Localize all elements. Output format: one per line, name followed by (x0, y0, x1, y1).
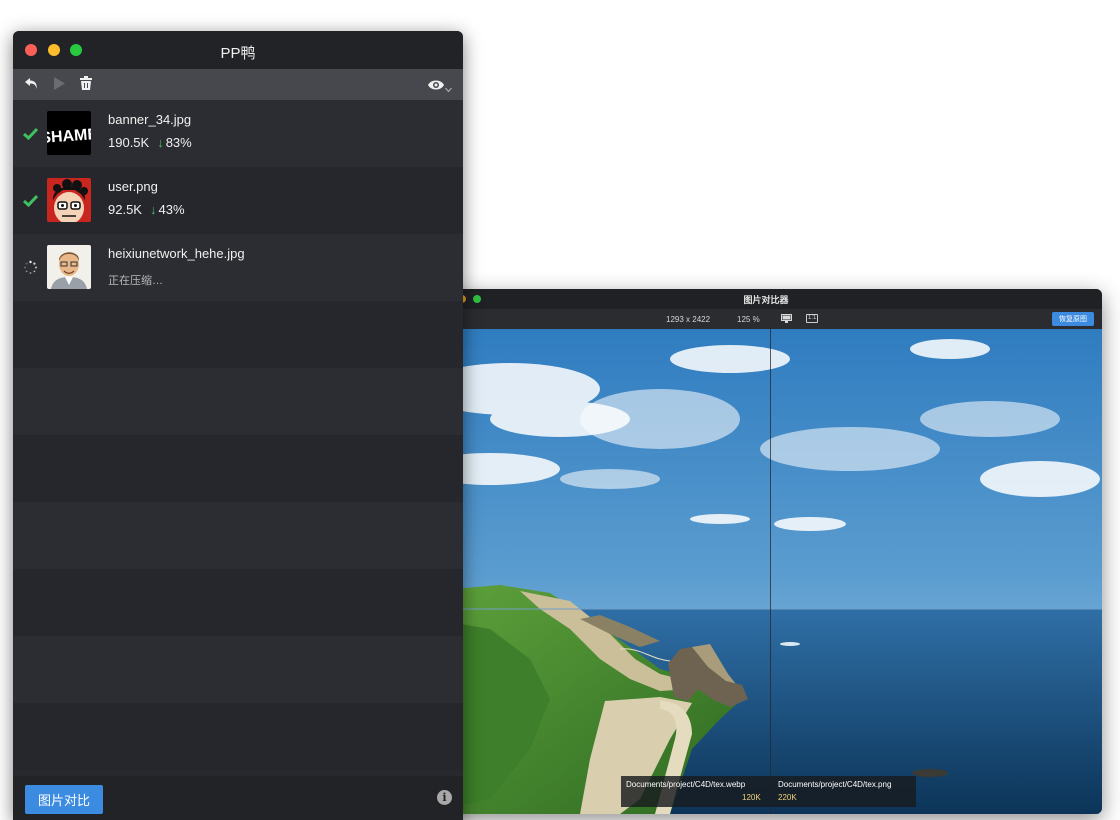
trash-icon[interactable] (80, 76, 92, 96)
shame-logo-text: SHAME (47, 126, 91, 147)
empty-row (13, 301, 463, 368)
file-thumbnail (47, 178, 91, 222)
file-thumbnail: SHAME (47, 111, 91, 155)
compare-window-title: 图片对比器 (743, 295, 789, 305)
file-name: user.png (108, 179, 158, 194)
bottom-bar: 图片对比 i (13, 776, 463, 820)
right-file-path: Documents/project/C4D/tex.png (778, 780, 892, 789)
reduction-percent: 43% (158, 202, 185, 217)
arrow-down-icon: ↓ (157, 135, 164, 150)
empty-row (13, 435, 463, 502)
empty-row (13, 502, 463, 569)
check-icon (23, 194, 38, 208)
compare-titlebar: 图片对比器 (430, 289, 1102, 309)
left-file-path: Documents/project/C4D/tex.webp (626, 780, 746, 789)
arrow-down-icon: ↓ (149, 202, 157, 217)
main-titlebar: PP鸭 (13, 31, 463, 69)
cartoon-face-image (52, 179, 88, 222)
file-name: banner_34.jpg (108, 112, 192, 127)
portrait-sketch-image (51, 252, 87, 289)
reduction-percent: 83% (165, 135, 192, 150)
main-window-title: PP鸭 (220, 45, 256, 62)
file-name: heixiunetwork_hehe.jpg (108, 246, 245, 261)
compare-toolbar: 1293 x 2422 125 % 1:1 恢复原图 (430, 309, 1102, 329)
main-toolbar (13, 69, 463, 100)
empty-row (13, 569, 463, 636)
actual-size-button[interactable]: 1:1 (806, 314, 819, 323)
restore-original-button[interactable]: 恢复原图 (1052, 312, 1094, 326)
info-icon[interactable]: i (437, 790, 452, 805)
eye-icon[interactable] (428, 78, 444, 96)
play-icon[interactable] (53, 76, 66, 96)
empty-row (13, 636, 463, 703)
check-icon (23, 127, 38, 141)
file-row[interactable]: SHAME banner_34.jpg 190.5K ↓ 83% (13, 100, 463, 167)
left-file-size: 120K (742, 793, 761, 802)
image-compare-window: 图片对比器 1293 x 2422 125 % 1:1 恢复原图 Documen… (430, 289, 1102, 814)
compare-divider-handle[interactable] (770, 329, 771, 814)
empty-row (13, 703, 463, 770)
zoom-level[interactable]: 125 % (737, 315, 760, 324)
coastal-landscape-image (430, 329, 1102, 814)
file-thumbnail (47, 245, 91, 289)
empty-row (13, 368, 463, 435)
shame-logo-image: SHAME (47, 126, 91, 147)
compare-image-stage[interactable]: Documents/project/C4D/tex.webp 120K Docu… (430, 329, 1102, 814)
file-size: 190.5K (108, 135, 150, 150)
file-row[interactable]: heixiunetwork_hehe.jpg 正在压缩… (13, 234, 463, 301)
file-info-overlay: Documents/project/C4D/tex.webp 120K Docu… (621, 776, 916, 807)
file-meta: 92.5K ↓ 43% (108, 202, 185, 217)
pp-duck-main-window: PP鸭 SHAME banner_34.jpg 190.5K ↓ 83% use… (13, 31, 463, 820)
monitor-icon[interactable] (781, 314, 792, 323)
image-dimensions: 1293 x 2422 (666, 315, 711, 324)
right-file-size: 220K (778, 793, 797, 802)
compressing-status: 正在压缩… (108, 275, 163, 287)
loading-spinner-icon (24, 260, 37, 274)
file-row[interactable]: user.png 92.5K ↓ 43% (13, 167, 463, 234)
image-compare-button[interactable]: 图片对比 (25, 785, 104, 814)
chevron-down-icon[interactable] (445, 80, 452, 98)
file-meta: 190.5K ↓ 83% (108, 135, 192, 150)
undo-icon[interactable] (24, 76, 39, 96)
file-size: 92.5K (108, 202, 142, 217)
